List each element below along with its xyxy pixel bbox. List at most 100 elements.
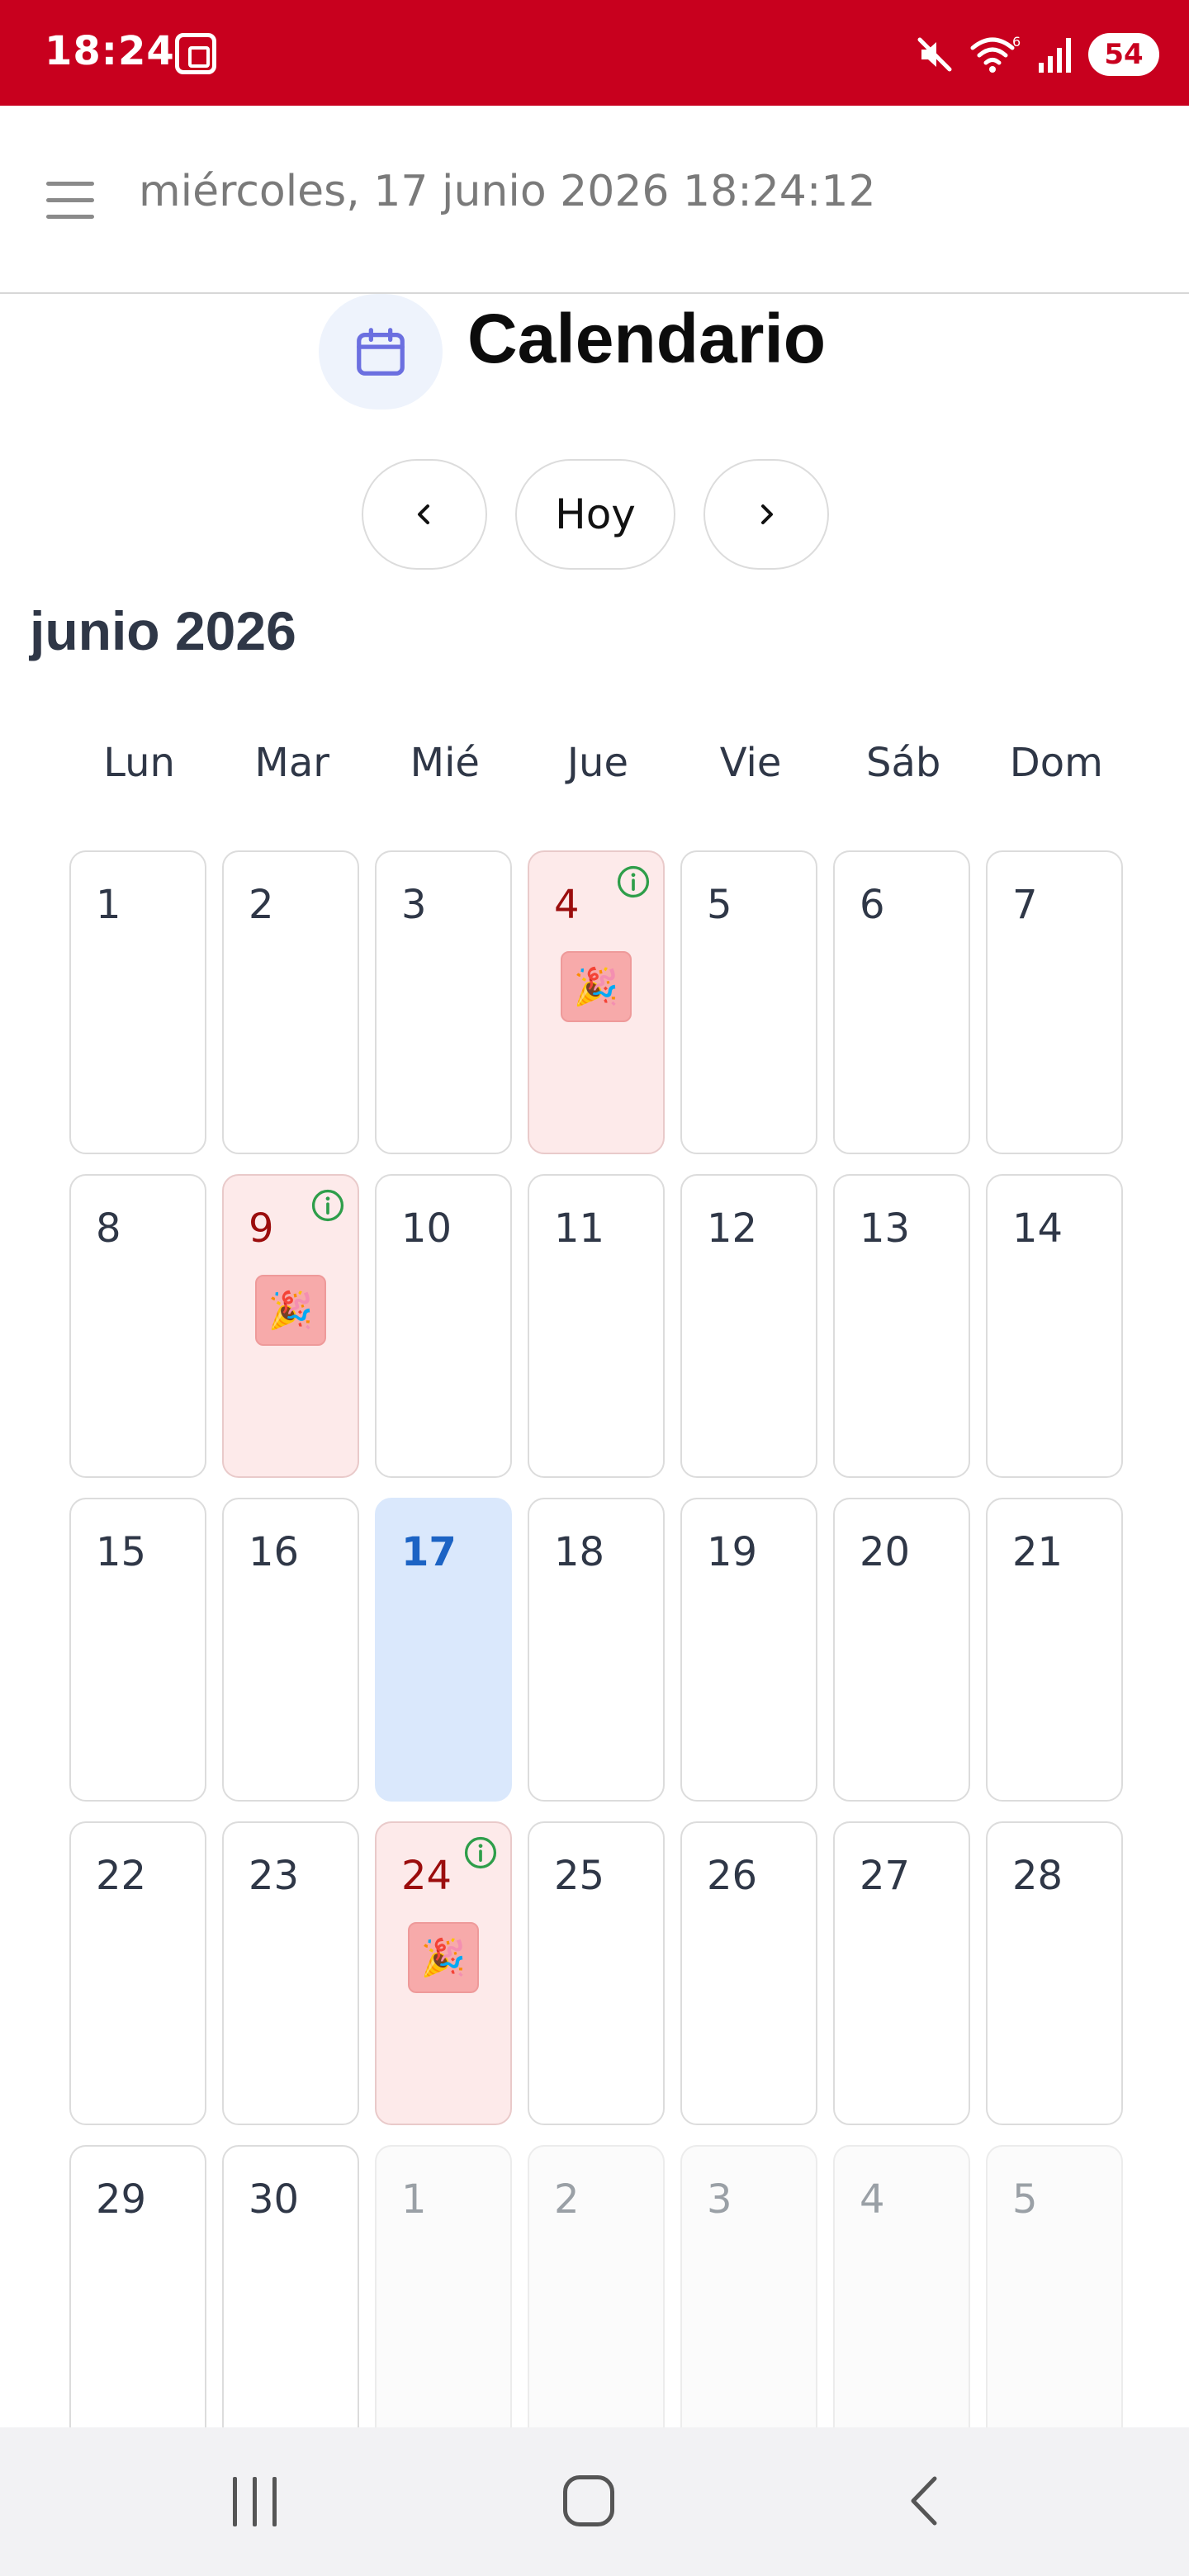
calendar-day[interactable]: 7 [986, 850, 1123, 1154]
header-datetime: miércoles, 17 junio 2026 18:24:12 [139, 167, 876, 216]
month-title: junio 2026 [30, 600, 296, 661]
day-number: 11 [554, 1205, 605, 1252]
weekday-label: Sáb [866, 740, 941, 786]
app-header: miércoles, 17 junio 2026 18:24:12 [0, 106, 1189, 294]
calendar-icon [357, 328, 405, 376]
calendar-day[interactable]: 23 [222, 1821, 359, 2125]
signal-icon [1039, 38, 1071, 73]
weekday-label: Vie [719, 740, 782, 786]
calendar-day-other-month[interactable]: 3 [680, 2145, 817, 2449]
day-number: 16 [249, 1529, 300, 1575]
celebration-icon[interactable]: 🎉 [408, 1922, 479, 1993]
calendar-day[interactable]: 21 [986, 1498, 1123, 1802]
mute-icon [917, 37, 952, 72]
calendar-day[interactable]: 24 🎉 [375, 1821, 512, 2125]
recents-button[interactable] [233, 2477, 282, 2526]
back-button[interactable] [900, 2472, 950, 2530]
calendar-day[interactable]: 2 [222, 850, 359, 1154]
menu-icon[interactable] [46, 177, 94, 225]
calendar-day[interactable]: 30 [222, 2145, 359, 2449]
calendar-day-other-month[interactable]: 4 [833, 2145, 970, 2449]
calendar-icon-badge [319, 294, 443, 410]
day-number: 24 [401, 1853, 452, 1899]
day-number: 9 [249, 1205, 274, 1252]
weekday-label: Lun [103, 740, 175, 786]
battery-indicator: 54 [1088, 33, 1159, 76]
day-number: 12 [707, 1205, 758, 1252]
day-number: 4 [554, 882, 580, 928]
calendar-day[interactable]: 27 [833, 1821, 970, 2125]
chevron-right-icon [761, 504, 773, 524]
celebration-icon[interactable]: 🎉 [255, 1275, 326, 1346]
calendar-day[interactable]: 20 [833, 1498, 970, 1802]
calendar-day[interactable]: 22 [69, 1821, 206, 2125]
home-button[interactable] [563, 2475, 614, 2526]
weekday-label: Dom [1009, 740, 1103, 786]
day-number: 4 [860, 2176, 885, 2223]
calendar-day[interactable]: 4 🎉 [528, 850, 665, 1154]
day-number: 3 [707, 2176, 732, 2223]
day-number: 30 [249, 2176, 300, 2223]
today-button[interactable]: Hoy [515, 459, 675, 570]
calendar-day-other-month[interactable]: 2 [528, 2145, 665, 2449]
next-month-button[interactable] [703, 459, 829, 570]
calendar-day[interactable]: 15 [69, 1498, 206, 1802]
day-number: 1 [401, 2176, 427, 2223]
system-nav-bar [0, 2427, 1189, 2576]
wifi-icon: 6 [970, 35, 1021, 73]
calendar-day-today[interactable]: 17 [375, 1498, 512, 1802]
calendar-day[interactable]: 16 [222, 1498, 359, 1802]
day-number: 10 [401, 1205, 452, 1252]
status-icons: 6 54 [915, 30, 1159, 79]
calendar-day[interactable]: 11 [528, 1174, 665, 1478]
day-number: 1 [96, 882, 121, 928]
calendar-day[interactable]: 25 [528, 1821, 665, 2125]
calendar-day[interactable]: 19 [680, 1498, 817, 1802]
calendar-day[interactable]: 28 [986, 1821, 1123, 2125]
calendar-day[interactable]: 14 [986, 1174, 1123, 1478]
info-icon[interactable] [462, 1835, 499, 1871]
info-icon[interactable] [310, 1187, 346, 1224]
calendar-day[interactable]: 9 🎉 [222, 1174, 359, 1478]
calendar-day[interactable]: 1 [69, 850, 206, 1154]
day-number: 26 [707, 1853, 758, 1899]
day-number: 27 [860, 1853, 911, 1899]
calendar-day[interactable]: 29 [69, 2145, 206, 2449]
calendar-day[interactable]: 13 [833, 1174, 970, 1478]
calendar-day-other-month[interactable]: 1 [375, 2145, 512, 2449]
calendar-day[interactable]: 26 [680, 1821, 817, 2125]
day-number: 15 [96, 1529, 147, 1575]
screenshot-icon [175, 33, 216, 74]
weekday-label: Jue [566, 740, 628, 786]
day-number: 5 [707, 882, 732, 928]
calendar-day[interactable]: 3 [375, 850, 512, 1154]
calendar-day-other-month[interactable]: 5 [986, 2145, 1123, 2449]
weekday-label: Mié [410, 740, 480, 786]
day-number: 13 [860, 1205, 911, 1252]
day-number: 7 [1012, 882, 1038, 928]
day-number: 23 [249, 1853, 300, 1899]
day-number: 20 [860, 1529, 911, 1575]
calendar-day[interactable]: 18 [528, 1498, 665, 1802]
celebration-icon[interactable]: 🎉 [561, 951, 632, 1022]
status-bar: 18:24 6 54 [0, 0, 1189, 106]
day-number: 2 [249, 882, 274, 928]
status-time: 18:24 [45, 28, 175, 74]
day-number: 8 [96, 1205, 121, 1252]
day-number: 21 [1012, 1529, 1063, 1575]
day-number: 2 [554, 2176, 580, 2223]
calendar-day[interactable]: 8 [69, 1174, 206, 1478]
day-number: 14 [1012, 1205, 1063, 1252]
info-icon[interactable] [615, 864, 651, 900]
day-number: 5 [1012, 2176, 1038, 2223]
calendar-day[interactable]: 12 [680, 1174, 817, 1478]
page-title-row: Calendario [0, 294, 1189, 410]
calendar-day[interactable]: 5 [680, 850, 817, 1154]
day-number: 29 [96, 2176, 147, 2223]
weekday-header: Lun Mar Mié Jue Vie Sáb Dom [63, 740, 1133, 798]
calendar-day[interactable]: 10 [375, 1174, 512, 1478]
calendar-day[interactable]: 6 [833, 850, 970, 1154]
day-number: 19 [707, 1529, 758, 1575]
prev-month-button[interactable] [362, 459, 487, 570]
chevron-left-icon [418, 504, 429, 524]
